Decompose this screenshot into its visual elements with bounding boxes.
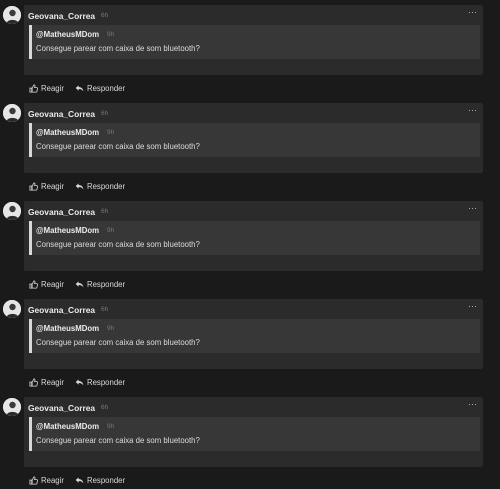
reply-label: Responder <box>86 181 126 191</box>
quoted-reply: @MatheusMDom 9h Consegue parear com caix… <box>29 123 480 157</box>
quoted-user[interactable]: @MatheusMDom <box>36 422 99 431</box>
react-button[interactable]: Reagir <box>29 378 64 387</box>
comment-card: Geovana_Correa 6h ··· @MatheusMDom 9h Co… <box>24 397 483 467</box>
avatar-icon <box>3 104 21 122</box>
comment-actions: Reagir Responder <box>29 474 136 486</box>
avatar-icon <box>3 398 21 416</box>
avatar[interactable] <box>3 6 21 24</box>
reply-label: Responder <box>86 377 126 387</box>
thumbs-up-icon <box>29 377 38 387</box>
comment-item: Geovana_Correa 6h ··· @MatheusMDom 9h Co… <box>0 98 500 196</box>
comment-text: Consegue parear com caixa de som bluetoo… <box>36 338 200 347</box>
comment-card: Geovana_Correa 6h ··· @MatheusMDom 9h Co… <box>24 103 483 173</box>
comment-actions: Reagir Responder <box>29 82 136 94</box>
reply-label: Responder <box>86 83 126 93</box>
comment-time: 6h <box>101 110 109 117</box>
comment-time: 6h <box>101 208 109 215</box>
more-options-icon[interactable]: ··· <box>468 399 477 409</box>
comment-time: 6h <box>101 404 109 411</box>
reply-button[interactable]: Responder <box>75 182 125 191</box>
thumbs-up-icon <box>29 475 38 485</box>
comment-item: Geovana_Correa 6h ··· @MatheusMDom 9h Co… <box>0 294 500 392</box>
quoted-reply: @MatheusMDom 9h Consegue parear com caix… <box>29 417 480 451</box>
comment-actions: Reagir Responder <box>29 376 136 388</box>
quoted-time: 9h <box>107 129 115 136</box>
thumbs-up-icon <box>29 181 38 191</box>
comment-card: Geovana_Correa 6h ··· @MatheusMDom 9h Co… <box>24 5 483 75</box>
comment-card: Geovana_Correa 6h ··· @MatheusMDom 9h Co… <box>24 299 483 369</box>
comment-feed: Geovana_Correa 6h ··· @MatheusMDom 9h Co… <box>0 0 500 489</box>
comment-time: 6h <box>101 12 109 19</box>
more-options-icon[interactable]: ··· <box>468 7 477 17</box>
reply-button[interactable]: Responder <box>75 280 125 289</box>
reply-arrow-icon <box>75 280 84 288</box>
quoted-time: 9h <box>107 325 115 332</box>
comment-author[interactable]: Geovana_Correa <box>28 403 95 413</box>
comment-author[interactable]: Geovana_Correa <box>28 11 95 21</box>
reply-button[interactable]: Responder <box>75 84 125 93</box>
comment-card: Geovana_Correa 6h ··· @MatheusMDom 9h Co… <box>24 201 483 271</box>
thumbs-up-icon <box>29 279 38 289</box>
react-label: Reagir <box>41 83 64 93</box>
comment-author[interactable]: Geovana_Correa <box>28 109 95 119</box>
comment-author[interactable]: Geovana_Correa <box>28 305 95 315</box>
quoted-user[interactable]: @MatheusMDom <box>36 128 99 137</box>
comment-author[interactable]: Geovana_Correa <box>28 207 95 217</box>
reply-label: Responder <box>86 475 126 485</box>
react-button[interactable]: Reagir <box>29 182 64 191</box>
quoted-time: 9h <box>107 227 115 234</box>
quoted-reply: @MatheusMDom 9h Consegue parear com caix… <box>29 25 480 59</box>
react-label: Reagir <box>41 181 64 191</box>
reply-button[interactable]: Responder <box>75 378 125 387</box>
quoted-time: 9h <box>107 423 115 430</box>
comment-text: Consegue parear com caixa de som bluetoo… <box>36 436 200 445</box>
reply-arrow-icon <box>75 378 84 386</box>
more-options-icon[interactable]: ··· <box>468 301 477 311</box>
comment-text: Consegue parear com caixa de som bluetoo… <box>36 240 200 249</box>
avatar-icon <box>3 300 21 318</box>
quoted-user[interactable]: @MatheusMDom <box>36 324 99 333</box>
comment-item: Geovana_Correa 6h ··· @MatheusMDom 9h Co… <box>0 196 500 294</box>
quoted-reply: @MatheusMDom 9h Consegue parear com caix… <box>29 221 480 255</box>
avatar[interactable] <box>3 202 21 220</box>
comment-text: Consegue parear com caixa de som bluetoo… <box>36 44 200 53</box>
reply-arrow-icon <box>75 84 84 92</box>
react-label: Reagir <box>41 279 64 289</box>
quoted-reply: @MatheusMDom 9h Consegue parear com caix… <box>29 319 480 353</box>
quoted-user[interactable]: @MatheusMDom <box>36 226 99 235</box>
comment-actions: Reagir Responder <box>29 180 136 192</box>
avatar[interactable] <box>3 398 21 416</box>
comment-text: Consegue parear com caixa de som bluetoo… <box>36 142 200 151</box>
reply-label: Responder <box>86 279 126 289</box>
react-button[interactable]: Reagir <box>29 280 64 289</box>
avatar[interactable] <box>3 300 21 318</box>
avatar-icon <box>3 6 21 24</box>
reply-button[interactable]: Responder <box>75 476 125 485</box>
avatar[interactable] <box>3 104 21 122</box>
thumbs-up-icon <box>29 83 38 93</box>
react-label: Reagir <box>41 475 64 485</box>
more-options-icon[interactable]: ··· <box>468 203 477 213</box>
quoted-time: 9h <box>107 31 115 38</box>
react-label: Reagir <box>41 377 64 387</box>
react-button[interactable]: Reagir <box>29 84 64 93</box>
comment-item: Geovana_Correa 6h ··· @MatheusMDom 9h Co… <box>0 392 500 489</box>
reply-arrow-icon <box>75 182 84 190</box>
comment-time: 6h <box>101 306 109 313</box>
reply-arrow-icon <box>75 476 84 484</box>
react-button[interactable]: Reagir <box>29 476 64 485</box>
quoted-user[interactable]: @MatheusMDom <box>36 30 99 39</box>
comment-actions: Reagir Responder <box>29 278 136 290</box>
avatar-icon <box>3 202 21 220</box>
more-options-icon[interactable]: ··· <box>468 105 477 115</box>
comment-item: Geovana_Correa 6h ··· @MatheusMDom 9h Co… <box>0 0 500 98</box>
